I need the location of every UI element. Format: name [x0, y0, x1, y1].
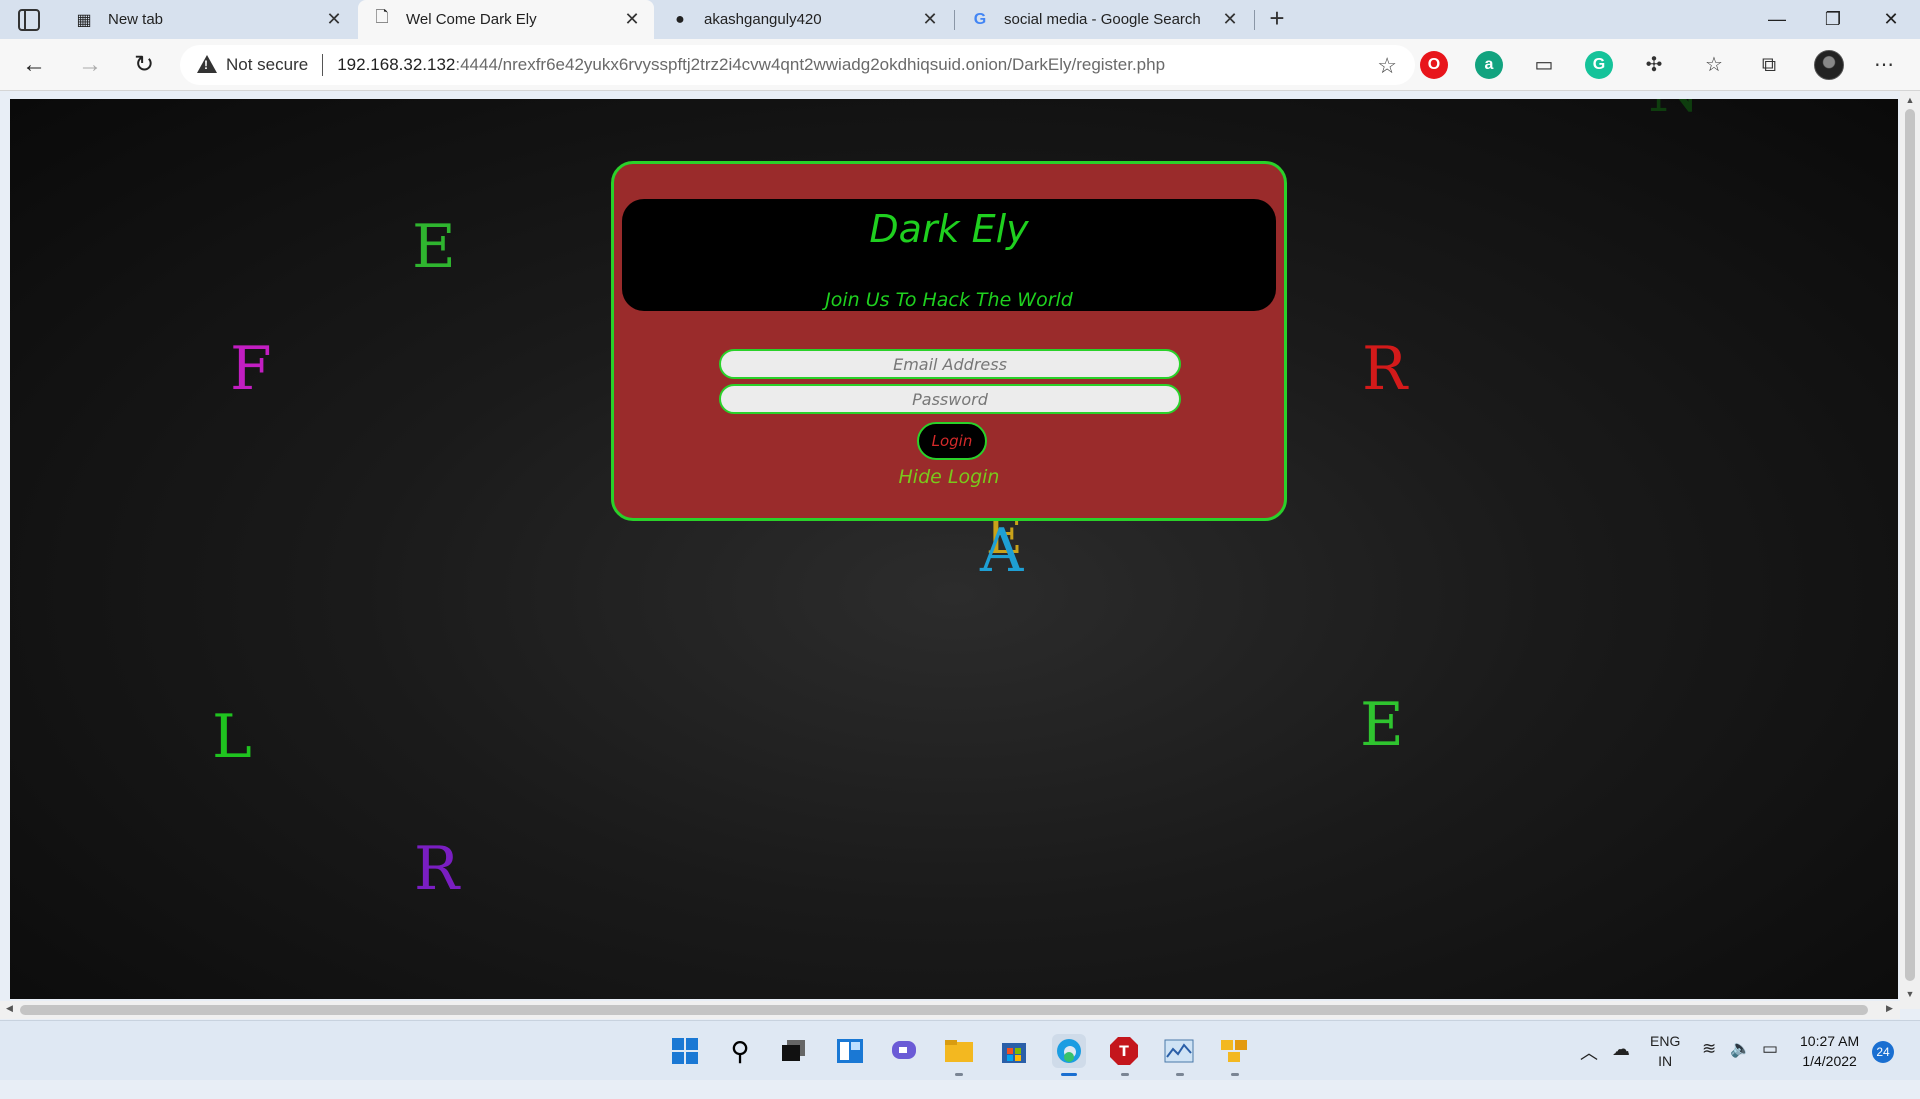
- cast-icon[interactable]: ▭: [1530, 51, 1558, 79]
- volume-icon[interactable]: 🔈: [1730, 1039, 1751, 1099]
- page-icon: 🗋: [375, 9, 389, 26]
- minimize-icon[interactable]: —: [1762, 4, 1792, 34]
- notification-badge[interactable]: 24: [1872, 1041, 1894, 1063]
- close-icon[interactable]: ✕: [322, 9, 346, 30]
- password-field[interactable]: [719, 384, 1181, 414]
- floating-letter: R: [1362, 334, 1408, 404]
- new-tab-button[interactable]: +: [1262, 4, 1292, 34]
- security-label[interactable]: Not secure: [226, 55, 308, 75]
- collections-icon[interactable]: ⧉: [1755, 51, 1783, 79]
- battery-icon[interactable]: ▭: [1762, 1039, 1778, 1099]
- date-label: 1/4/2022: [1802, 1053, 1857, 1069]
- a-extension-icon[interactable]: a: [1475, 51, 1503, 79]
- opera-extension-icon[interactable]: O: [1420, 51, 1448, 79]
- region-code: IN: [1658, 1053, 1673, 1069]
- chat-icon[interactable]: [887, 1034, 921, 1068]
- scroll-down-icon[interactable]: ▼: [1904, 989, 1916, 999]
- avatar[interactable]: [1814, 50, 1844, 80]
- google-icon: G: [973, 10, 987, 28]
- active-indicator: [1061, 1073, 1077, 1076]
- scroll-thumb[interactable]: [20, 1005, 1868, 1015]
- login-button[interactable]: Login: [917, 422, 987, 460]
- svg-text:T: T: [1119, 1044, 1129, 1060]
- taskbar: ⚲ T ︿ ☁ ENG IN ≋ 🔈 ▭ 10:27 AM 1/4/2022 2…: [0, 1020, 1920, 1080]
- tab-actions-icon[interactable]: [18, 9, 40, 31]
- store-icon[interactable]: [997, 1034, 1031, 1068]
- running-indicator: [1121, 1073, 1129, 1076]
- tab-bar: ▦ New tab ✕ 🗋 Wel Come Dark Ely ✕ ● akas…: [0, 0, 1920, 39]
- running-indicator: [1231, 1073, 1239, 1076]
- running-indicator: [955, 1073, 963, 1076]
- url-host: 192.168.32.132: [337, 55, 456, 74]
- start-icon[interactable]: [668, 1034, 702, 1068]
- floating-letter: E: [412, 212, 456, 282]
- scroll-right-icon[interactable]: ▶: [1886, 1003, 1893, 1014]
- close-icon[interactable]: ✕: [918, 9, 942, 30]
- newtab-icon: ▦: [76, 11, 92, 29]
- tab-separator: [1254, 10, 1255, 30]
- scroll-thumb[interactable]: [1905, 109, 1915, 981]
- github-icon: ●: [675, 10, 685, 28]
- url-field[interactable]: Not secure 192.168.32.132:4444/nrexfr6e4…: [180, 45, 1415, 85]
- floating-letter: N: [1648, 99, 1701, 121]
- file-explorer-icon[interactable]: [942, 1034, 976, 1068]
- address-bar: ← → ↻ Not secure 192.168.32.132:4444/nre…: [0, 39, 1920, 91]
- forward-icon[interactable]: →: [74, 49, 106, 81]
- edge-icon[interactable]: [1052, 1034, 1086, 1068]
- tab-new-tab[interactable]: ▦ New tab ✕: [60, 0, 356, 39]
- wifi-icon[interactable]: ≋: [1702, 1039, 1716, 1099]
- widgets-icon[interactable]: [833, 1034, 867, 1068]
- restore-icon[interactable]: ❐: [1818, 4, 1848, 34]
- extensions-icon[interactable]: ✣: [1640, 51, 1668, 79]
- grammarly-icon[interactable]: G: [1585, 51, 1613, 79]
- email-field[interactable]: [719, 349, 1181, 379]
- show-hidden-icons[interactable]: ︿: [1580, 1039, 1598, 1099]
- tab-separator: [954, 10, 955, 30]
- close-window-icon[interactable]: ✕: [1876, 4, 1906, 34]
- floating-letter: E: [1360, 690, 1404, 760]
- tab-google-search[interactable]: G social media - Google Search ✕: [956, 0, 1252, 39]
- add-favorite-icon[interactable]: ☆: [1377, 53, 1397, 79]
- language-code: ENG: [1650, 1033, 1681, 1049]
- omnibox-divider: [322, 54, 324, 76]
- scroll-up-icon[interactable]: ▲: [1904, 95, 1916, 105]
- floating-letter: L: [212, 702, 252, 772]
- tor-app-icon[interactable]: T: [1107, 1034, 1141, 1068]
- clock[interactable]: 10:27 AM 1/4/2022: [1800, 1031, 1859, 1071]
- vm-app-icon[interactable]: [1217, 1034, 1251, 1068]
- warning-icon[interactable]: [196, 55, 218, 75]
- monitor-app-icon[interactable]: [1162, 1034, 1196, 1068]
- onedrive-icon[interactable]: ☁: [1612, 1039, 1630, 1099]
- language-indicator[interactable]: ENG IN: [1650, 1031, 1680, 1091]
- page-title: Dark Ely: [869, 207, 1029, 251]
- page-viewport: E F R E A L E R N Dark Ely Join Us To Ha…: [10, 99, 1898, 999]
- floating-letter: R: [414, 834, 460, 904]
- login-card: Dark Ely Join Us To Hack The World Login…: [611, 161, 1287, 521]
- scroll-left-icon[interactable]: ◀: [6, 1003, 13, 1014]
- hide-login-link[interactable]: Hide Login: [614, 466, 1284, 488]
- reload-icon[interactable]: ↻: [128, 49, 160, 81]
- favorites-icon[interactable]: ☆: [1700, 51, 1728, 79]
- tab-dark-ely[interactable]: 🗋 Wel Come Dark Ely ✕: [358, 0, 654, 39]
- task-view-icon[interactable]: [777, 1034, 811, 1068]
- more-icon[interactable]: ⋯: [1870, 51, 1898, 79]
- floating-letter: F: [230, 334, 272, 404]
- tab-github[interactable]: ● akashganguly420 ✕: [656, 0, 952, 39]
- time-label: 10:27 AM: [1800, 1033, 1860, 1049]
- close-icon[interactable]: ✕: [1218, 9, 1242, 30]
- card-header: Dark Ely Join Us To Hack The World: [622, 199, 1276, 311]
- floating-letter: A: [980, 516, 1024, 586]
- vertical-scrollbar[interactable]: ▲ ▼: [1900, 91, 1920, 1009]
- search-icon[interactable]: ⚲: [723, 1034, 757, 1068]
- url-path: :4444/nrexfr6e42yukx6rvysspftj2trz2i4cvw…: [455, 55, 1166, 74]
- close-icon[interactable]: ✕: [620, 9, 644, 30]
- horizontal-scrollbar[interactable]: ◀ ▶: [0, 1001, 1900, 1019]
- back-icon[interactable]: ←: [18, 49, 50, 81]
- running-indicator: [1176, 1073, 1184, 1076]
- page-subtitle: Join Us To Hack The World: [825, 289, 1073, 311]
